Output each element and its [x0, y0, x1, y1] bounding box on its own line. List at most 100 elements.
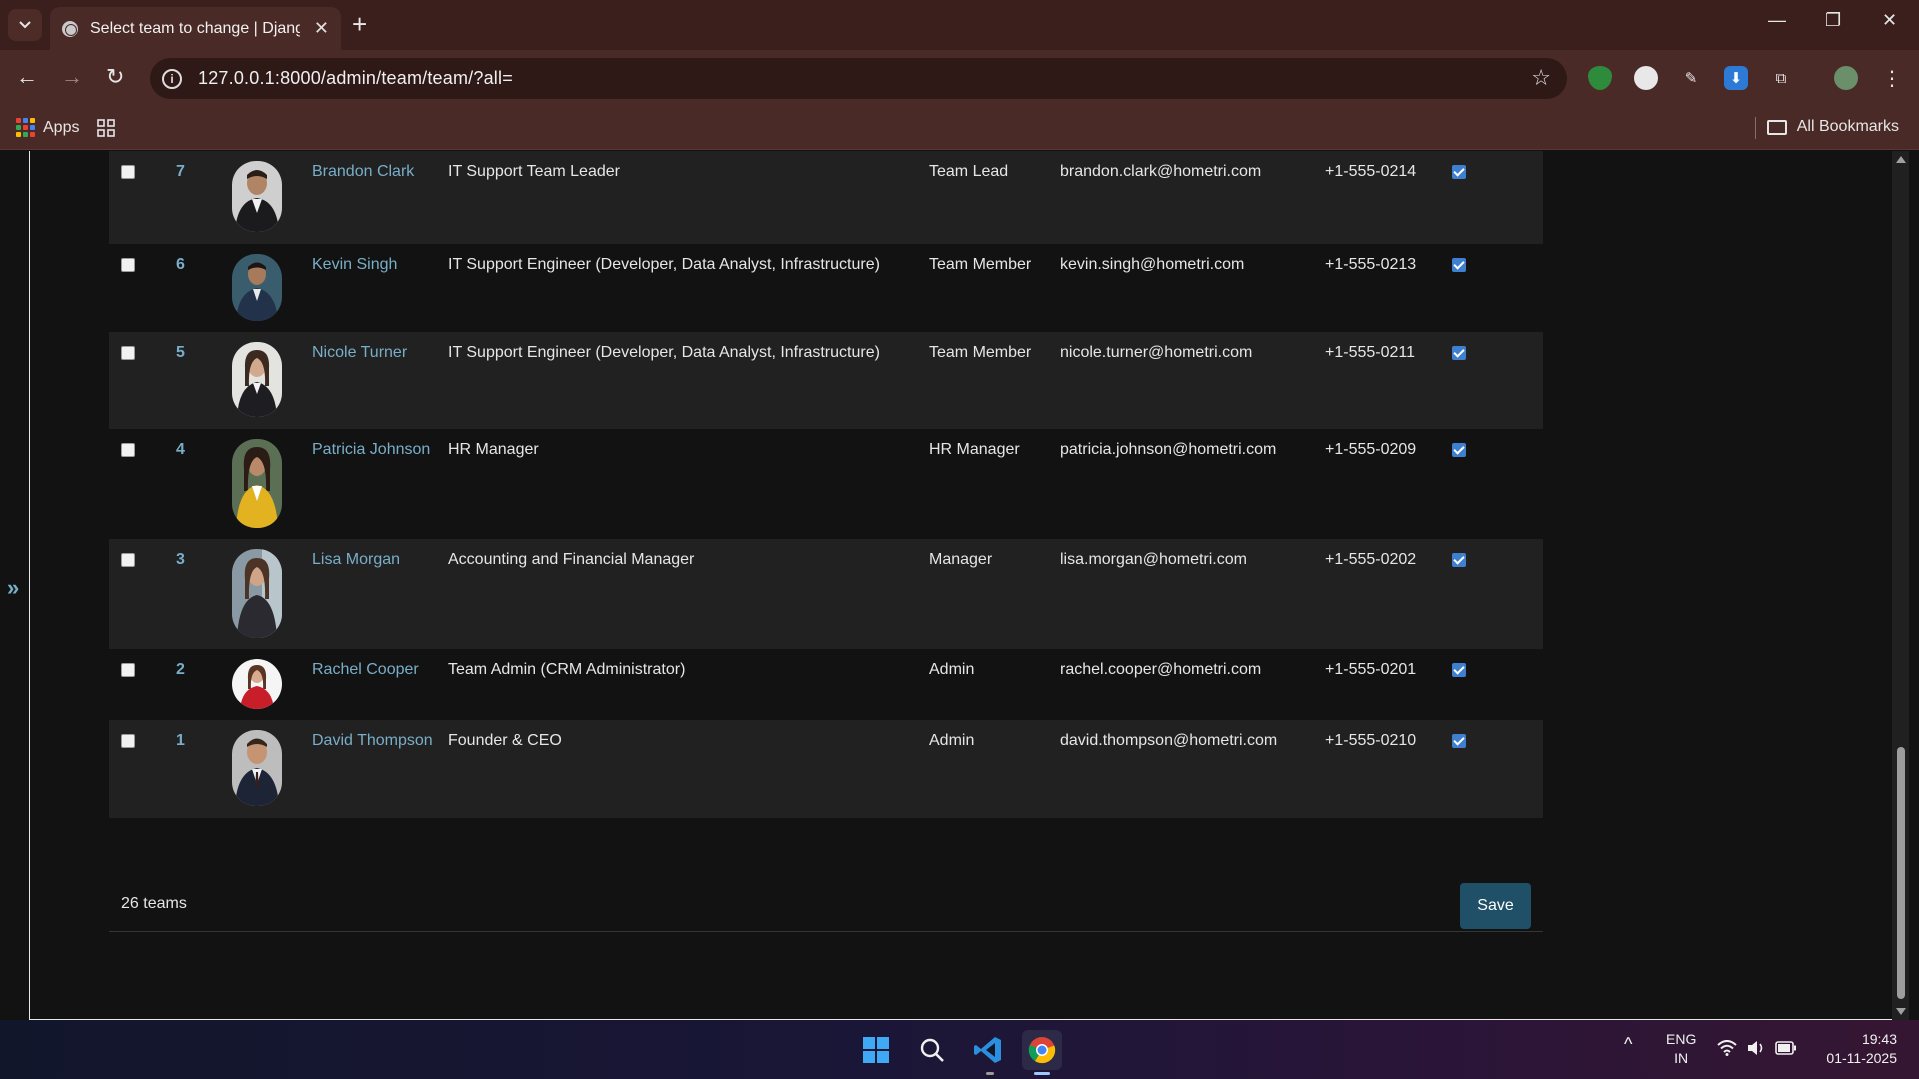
person-photo-icon [232, 730, 282, 806]
person-photo-icon [232, 254, 282, 321]
bookmarks-bar: Apps All Bookmarks [0, 107, 1919, 150]
row-select-checkbox[interactable] [121, 346, 135, 360]
profile-avatar[interactable] [1834, 66, 1858, 90]
row-select-checkbox[interactable] [121, 734, 135, 748]
scroll-up-arrow-icon[interactable] [1896, 156, 1906, 163]
row-id-link[interactable]: 1 [164, 732, 185, 749]
role-cell: Team Member [929, 244, 1060, 332]
apps-label: Apps [43, 118, 80, 136]
language-indicator[interactable]: ENG IN [1666, 1030, 1696, 1068]
row-id-link[interactable]: 7 [164, 163, 185, 180]
job-title-cell: Accounting and Financial Manager [448, 539, 929, 649]
table-row: 5 Nicole Turner IT Support Engineer (Dev… [109, 332, 1543, 429]
vscode-icon[interactable] [968, 1030, 1008, 1070]
name-link[interactable]: Brandon Clark [288, 163, 414, 180]
active-tab[interactable]: Select team to change | Django site admi… [50, 7, 341, 50]
row-select-checkbox[interactable] [121, 443, 135, 457]
row-id-link[interactable]: 3 [164, 551, 185, 568]
scrollbar-thumb[interactable] [1897, 747, 1905, 999]
role-cell: HR Manager [929, 429, 1060, 539]
site-info-icon[interactable]: i [162, 68, 182, 89]
job-title-cell: HR Manager [448, 429, 929, 539]
avatar [232, 161, 282, 232]
apps-bookmark[interactable]: Apps [16, 118, 79, 137]
avatar [232, 342, 282, 417]
person-photo-icon [232, 549, 282, 638]
eyedropper-extension-icon[interactable]: ✎ [1679, 66, 1703, 90]
chevron-down-icon [19, 21, 31, 29]
tab-search-button[interactable] [8, 9, 42, 41]
role-cell: Team Lead [929, 151, 1060, 244]
browser-tab-bar: Select team to change | Django site admi… [0, 0, 1919, 50]
email-cell: patricia.johnson@hometri.com [1060, 429, 1325, 539]
scroll-down-arrow-icon[interactable] [1896, 1008, 1906, 1015]
avatar [232, 659, 282, 709]
volume-icon[interactable] [1746, 1039, 1766, 1057]
row-select-checkbox[interactable] [121, 258, 135, 272]
row-id-link[interactable]: 4 [164, 441, 185, 458]
restore-icon[interactable]: ❐ [1825, 10, 1841, 31]
table-row: 4 Patricia Johnson HR Manager HR Manager… [109, 429, 1543, 539]
person-photo-icon [232, 342, 282, 417]
puzzle-extensions-icon[interactable]: ⧉ [1769, 66, 1793, 90]
new-tab-button[interactable]: + [352, 10, 367, 38]
row-id-link[interactable]: 2 [164, 661, 185, 678]
row-select-checkbox[interactable] [121, 165, 135, 179]
job-title-cell: IT Support Team Leader [448, 151, 929, 244]
extension-icon[interactable] [1634, 66, 1658, 90]
name-link[interactable]: Nicole Turner [288, 344, 407, 361]
language-code: ENG [1666, 1031, 1697, 1047]
forward-arrow-icon[interactable]: → [61, 64, 83, 90]
row-select-checkbox[interactable] [121, 553, 135, 567]
table-row: 6 Kevin Singh IT Support Engineer (Devel… [109, 244, 1543, 332]
active-true-icon [1452, 443, 1466, 457]
email-cell: david.thompson@hometri.com [1060, 720, 1325, 818]
name-link[interactable]: David Thompson [288, 732, 433, 749]
back-arrow-icon[interactable]: ← [16, 64, 38, 90]
close-tab-icon[interactable]: ✕ [314, 18, 329, 39]
active-true-icon [1452, 553, 1466, 567]
save-button[interactable]: Save [1460, 883, 1531, 929]
chrome-icon[interactable] [1022, 1030, 1062, 1070]
close-window-icon[interactable]: ✕ [1882, 10, 1897, 31]
name-link[interactable]: Rachel Cooper [288, 661, 419, 678]
shield-extension-icon[interactable] [1588, 66, 1612, 90]
search-icon[interactable] [912, 1030, 952, 1070]
reload-icon[interactable]: ↻ [106, 64, 124, 90]
name-link[interactable]: Kevin Singh [288, 256, 397, 273]
tab-groups-icon[interactable] [97, 119, 115, 137]
name-link[interactable]: Patricia Johnson [288, 441, 430, 458]
email-cell: brandon.clark@hometri.com [1060, 151, 1325, 244]
menu-kebab-icon[interactable]: ⋮ [1880, 66, 1904, 90]
results-table: 7 Brandon Clark IT Support Team Leader T… [109, 151, 1543, 818]
wifi-icon[interactable] [1717, 1040, 1737, 1056]
clock-time: 19:43 [1861, 1031, 1897, 1047]
url-text[interactable]: 127.0.0.1:8000/admin/team/team/?all= [198, 68, 513, 89]
all-bookmarks-button[interactable]: All Bookmarks [1766, 118, 1899, 136]
avatar [232, 730, 282, 806]
download-extension-icon[interactable]: ⬇ [1724, 66, 1748, 90]
system-clock[interactable]: 19:43 01-11-2025 [1826, 1030, 1897, 1068]
name-link[interactable]: Lisa Morgan [288, 551, 400, 568]
table-row: 1 David Thompson Founder & CEO Admin dav… [109, 720, 1543, 818]
running-indicator [986, 1072, 994, 1075]
table-row: 3 Lisa Morgan Accounting and Financial M… [109, 539, 1543, 649]
bookmark-star-icon[interactable]: ☆ [1531, 65, 1551, 91]
active-indicator [1034, 1072, 1050, 1075]
row-select-checkbox[interactable] [121, 663, 135, 677]
phone-cell: +1-555-0201 [1325, 649, 1444, 720]
role-cell: Admin [929, 649, 1060, 720]
windows-start-icon[interactable] [856, 1030, 896, 1070]
region-code: IN [1674, 1050, 1689, 1066]
row-id-link[interactable]: 5 [164, 344, 185, 361]
sidebar-toggle-button[interactable]: » [7, 575, 19, 601]
role-cell: Admin [929, 720, 1060, 818]
vertical-scrollbar[interactable] [1892, 151, 1909, 1020]
battery-icon[interactable] [1775, 1041, 1797, 1055]
row-id-link[interactable]: 6 [164, 256, 185, 273]
person-photo-icon [232, 659, 282, 709]
minimize-icon[interactable]: — [1768, 10, 1786, 31]
address-bar[interactable]: i 127.0.0.1:8000/admin/team/team/?all= ☆ [150, 58, 1567, 99]
phone-cell: +1-555-0210 [1325, 720, 1444, 818]
chevron-up-icon[interactable]: ^ [1624, 1034, 1632, 1055]
